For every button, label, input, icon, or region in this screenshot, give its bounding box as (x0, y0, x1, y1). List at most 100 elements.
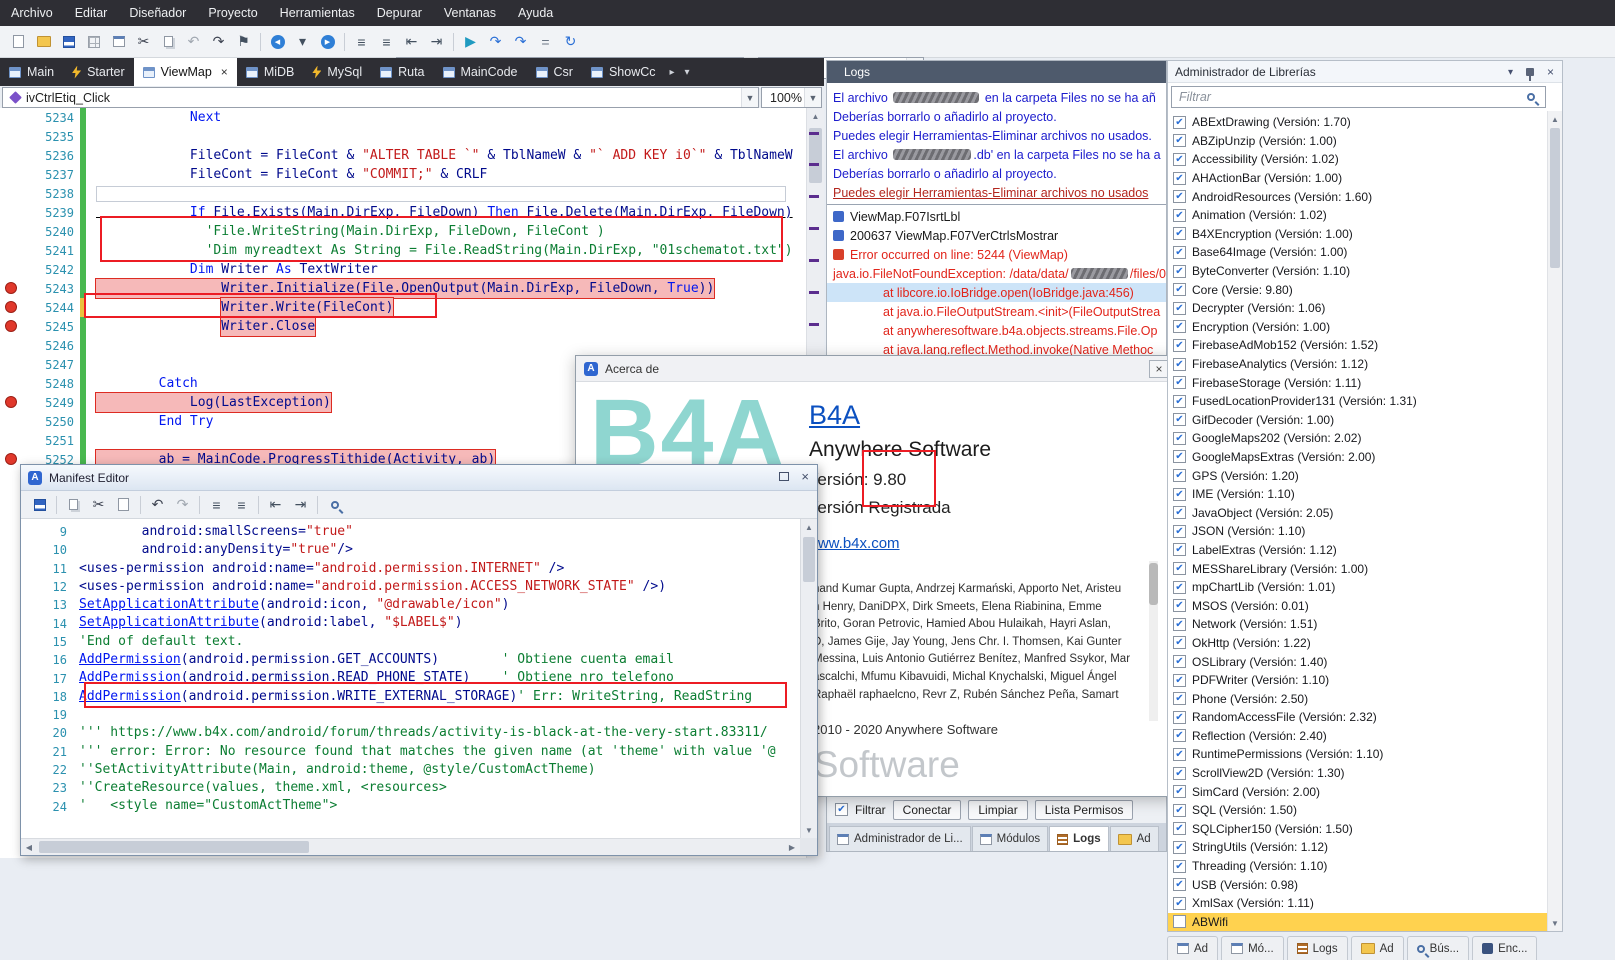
library-checkbox[interactable]: ✔ (1173, 227, 1186, 240)
tab-showcc[interactable]: ShowCc (582, 58, 665, 86)
close-icon[interactable]: × (1547, 65, 1554, 79)
menu-archivo[interactable]: Archivo (0, 0, 64, 26)
menu-herramientas[interactable]: Herramientas (269, 0, 366, 26)
log-line[interactable]: Deberías borrarlo o añadirlo al proyecto… (827, 164, 1166, 183)
library-checkbox[interactable]: ✔ (1173, 636, 1186, 649)
library-item-sqlcipher150[interactable]: ✔SQLCipher150 (Versión: 1.50) (1168, 820, 1547, 839)
scroll-up-icon[interactable]: ▲ (1548, 111, 1562, 127)
library-item-androidresources[interactable]: ✔AndroidResources (Versión: 1.60) (1168, 187, 1547, 206)
library-checkbox[interactable]: ✔ (1173, 562, 1186, 575)
library-checkbox[interactable]: ✔ (1173, 116, 1186, 129)
redo-icon[interactable]: ↷ (171, 493, 194, 517)
search-icon[interactable] (323, 493, 346, 517)
paste-icon[interactable] (112, 493, 135, 517)
library-item-labelextras[interactable]: ✔LabelExtras (Versión: 1.12) (1168, 541, 1547, 560)
redo-icon[interactable]: ↷ (207, 30, 230, 54)
library-item-messharelibrary[interactable]: ✔MESShareLibrary (Versión: 1.00) (1168, 559, 1547, 578)
product-link[interactable]: B4A (809, 400, 860, 431)
scroll-right-icon[interactable]: ▶ (784, 839, 800, 855)
run-icon[interactable]: ▶ (459, 30, 482, 54)
library-checkbox[interactable]: ✔ (1173, 785, 1186, 798)
library-item-simcard[interactable]: ✔SimCard (Versión: 2.00) (1168, 782, 1547, 801)
library-checkbox[interactable] (1173, 915, 1186, 928)
indent-icon[interactable]: ⇥ (289, 493, 312, 517)
library-item-firebaseanalytics[interactable]: ✔FirebaseAnalytics (Versión: 1.12) (1168, 355, 1547, 374)
library-item-byteconverter[interactable]: ✔ByteConverter (Versión: 1.10) (1168, 262, 1547, 281)
tab-list-icon[interactable]: ▾ (680, 58, 695, 86)
breakpoint-margin[interactable] (0, 203, 24, 222)
breakpoint-margin[interactable] (0, 146, 24, 165)
library-checkbox[interactable]: ✔ (1173, 599, 1186, 612)
scroll-down-icon[interactable]: ▼ (1548, 915, 1562, 931)
manifest-hscrollbar[interactable]: ◀ ▶ (21, 838, 800, 855)
menu-disenador[interactable]: Diseñador (118, 0, 197, 26)
library-item-ahactionbar[interactable]: ✔AHActionBar (Versión: 1.00) (1168, 169, 1547, 188)
tab-csr[interactable]: Csr (527, 58, 582, 86)
library-item-oslibrary[interactable]: ✔OSLibrary (Versión: 1.40) (1168, 652, 1547, 671)
maximize-icon[interactable] (779, 472, 789, 481)
library-checkbox[interactable]: ✔ (1173, 283, 1186, 296)
breakpoint-margin[interactable] (0, 298, 24, 317)
library-checkbox[interactable]: ✔ (1173, 822, 1186, 835)
collapsed-tab-ad[interactable]: Ad (1351, 936, 1404, 960)
indent-icon[interactable]: ⇥ (425, 30, 448, 54)
logs-panel-header[interactable]: Logs (827, 61, 1166, 83)
uncomment-icon[interactable]: ≡ (230, 493, 253, 517)
collapsed-tab-mo[interactable]: Mó... (1221, 936, 1284, 960)
library-checkbox[interactable]: ✔ (1173, 543, 1186, 556)
breakpoint-dot[interactable] (5, 320, 17, 332)
breakpoint-margin[interactable] (0, 260, 24, 279)
log-line[interactable]: 200637 ViewMap.F07VerCtrlsMostrar (827, 226, 1166, 245)
library-checkbox[interactable]: ✔ (1173, 506, 1186, 519)
breakpoint-margin[interactable] (0, 165, 24, 184)
library-item-firebaseadmob152[interactable]: ✔FirebaseAdMob152 (Versión: 1.52) (1168, 336, 1547, 355)
library-checkbox[interactable]: ✔ (1173, 450, 1186, 463)
library-checkbox[interactable]: ✔ (1173, 674, 1186, 687)
library-checkbox[interactable]: ✔ (1173, 525, 1186, 538)
library-item-randomaccessfile[interactable]: ✔RandomAccessFile (Versión: 2.32) (1168, 708, 1547, 727)
breakpoint-margin[interactable] (0, 412, 24, 431)
outdent-icon[interactable]: ⇤ (400, 30, 423, 54)
copy-icon[interactable] (62, 493, 85, 517)
library-item-gifdecoder[interactable]: ✔GifDecoder (Versión: 1.00) (1168, 411, 1547, 430)
tab-ruta[interactable]: Ruta (371, 58, 433, 86)
library-checkbox[interactable]: ✔ (1173, 246, 1186, 259)
scroll-up-icon[interactable]: ▲ (807, 108, 824, 124)
library-item-firebasestorage[interactable]: ✔FirebaseStorage (Versión: 1.11) (1168, 373, 1547, 392)
library-list[interactable]: ✔ABExtDrawing (Versión: 1.70)✔ABZipUnzip… (1168, 111, 1547, 931)
library-item-scrollview2d[interactable]: ✔ScrollView2D (Versión: 1.30) (1168, 764, 1547, 783)
breakpoint-margin[interactable] (0, 336, 24, 355)
cut-icon[interactable]: ✂ (132, 30, 155, 54)
step-into-icon[interactable]: ↷ (509, 30, 532, 54)
back-history-icon[interactable]: ▾ (291, 30, 314, 54)
scroll-left-icon[interactable]: ◀ (21, 839, 37, 855)
uncomment-block-icon[interactable]: ≡ (375, 30, 398, 54)
comment-icon[interactable]: ≡ (205, 493, 228, 517)
library-item-pdfwriter[interactable]: ✔PDFWriter (Versión: 1.10) (1168, 671, 1547, 690)
library-item-ime[interactable]: ✔IME (Versión: 1.10) (1168, 485, 1547, 504)
chevron-down-icon[interactable]: ▾ (1508, 67, 1513, 78)
conectar-button[interactable]: Conectar (893, 800, 962, 820)
library-item-runtimepermissions[interactable]: ✔RuntimePermissions (Versión: 1.10) (1168, 745, 1547, 764)
library-checkbox[interactable]: ✔ (1173, 134, 1186, 147)
tab-mysql[interactable]: MySql (303, 58, 371, 86)
library-item-javaobject[interactable]: ✔JavaObject (Versión: 2.05) (1168, 503, 1547, 522)
breakpoint-margin[interactable] (0, 355, 24, 374)
menu-ayuda[interactable]: Ayuda (507, 0, 564, 26)
tab-viewmap[interactable]: ViewMap× (134, 58, 237, 86)
breakpoint-dot[interactable] (5, 453, 17, 465)
breakpoint-margin[interactable] (0, 241, 24, 260)
listapermisos-button[interactable]: Lista Permisos (1035, 800, 1134, 820)
tool-tab-ad[interactable]: Ad (1110, 826, 1159, 851)
scrollbar-thumb[interactable] (809, 128, 822, 183)
log-line[interactable]: ViewMap.F07IsrtLbl (827, 207, 1166, 226)
close-tab-icon[interactable]: × (221, 65, 228, 79)
save-icon[interactable] (28, 493, 51, 517)
library-item-threading[interactable]: ✔Threading (Versión: 1.10) (1168, 857, 1547, 876)
chevron-down-icon[interactable]: ▼ (804, 88, 821, 107)
library-item-googlemaps202[interactable]: ✔GoogleMaps202 (Versión: 2.02) (1168, 429, 1547, 448)
cut-icon[interactable]: ✂ (87, 493, 110, 517)
library-item-msos[interactable]: ✔MSOS (Versión: 0.01) (1168, 596, 1547, 615)
manifest-titlebar[interactable]: A Manifest Editor (21, 465, 817, 491)
tab-starter[interactable]: Starter (63, 58, 134, 86)
